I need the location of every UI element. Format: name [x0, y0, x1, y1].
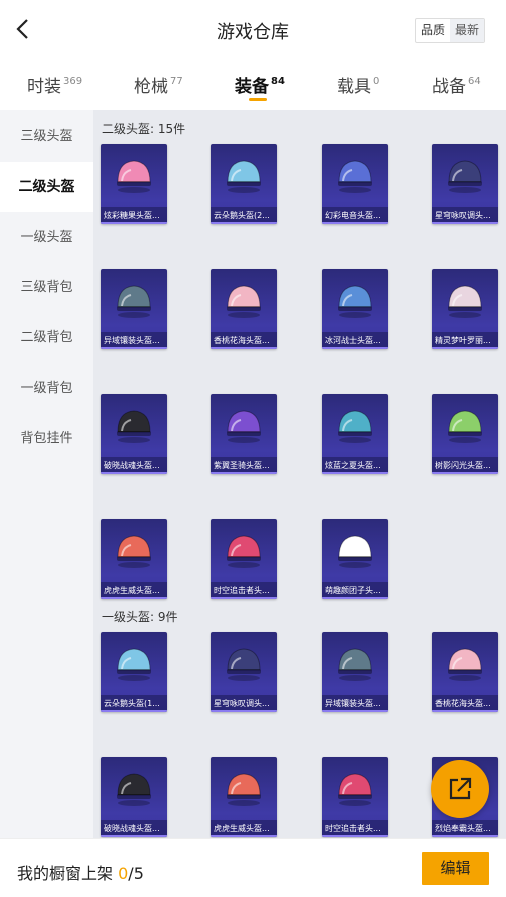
sidebar-item-level1-backpack[interactable]: 一级背包 [0, 364, 93, 414]
rarity-bar [432, 835, 498, 837]
item-card[interactable]: 异域镶装头盔... [322, 632, 388, 712]
item-card[interactable]: 幻彩电音头盔... [322, 144, 388, 224]
helmet-icon [448, 648, 482, 681]
item-card[interactable]: 时空追击者头... [322, 757, 388, 837]
item-card[interactable]: 破晓战魂头盔... [101, 394, 167, 474]
item-card[interactable]: 虎虎生威头盔... [211, 757, 277, 837]
item-card[interactable]: 虎虎生威头盔... [101, 519, 167, 599]
item-card[interactable]: 树影闪光头盔... [432, 394, 498, 474]
header: 游戏仓库 品质 最新 [0, 0, 506, 60]
rarity-bar [211, 710, 277, 712]
section-title-level1-helmet: 一级头盔: 9件 [102, 610, 178, 624]
item-card[interactable]: 云朵鹅头盔(1... [101, 632, 167, 712]
helmet-icon [117, 773, 151, 806]
tab-firearms[interactable]: 枪械 77 [134, 72, 183, 97]
helmet-icon [227, 648, 261, 681]
item-card[interactable]: 香桃花海头盔... [211, 269, 277, 349]
rarity-bar [211, 597, 277, 599]
rarity-bar [322, 597, 388, 599]
helmet-icon [227, 160, 261, 193]
helmet-icon [338, 160, 372, 193]
helmet-icon [117, 535, 151, 568]
helmet-icon [338, 535, 372, 568]
sidebar-item-backpack-charm[interactable]: 背包挂件 [0, 414, 93, 464]
tab-supplies[interactable]: 战备 64 [432, 72, 481, 97]
tab-fashion[interactable]: 时装 369 [27, 72, 82, 97]
helmet-icon [338, 410, 372, 443]
rarity-bar [211, 835, 277, 837]
helmet-icon [117, 410, 151, 443]
sort-quality-button[interactable]: 品质 [416, 19, 450, 42]
rarity-bar [432, 472, 498, 474]
share-icon [449, 777, 472, 800]
helmet-icon [117, 285, 151, 318]
rarity-bar [322, 472, 388, 474]
sort-toggle: 品质 最新 [415, 18, 486, 43]
rarity-bar [432, 710, 498, 712]
category-tabs: 时装 369 枪械 77 装备 84 载具 0 战备 64 [0, 60, 506, 110]
sidebar-item-level1-helmet[interactable]: 一级头盔 [0, 213, 93, 263]
item-card[interactable]: 冰河战士头盔... [322, 269, 388, 349]
helmet-icon [227, 410, 261, 443]
helmet-icon [227, 285, 261, 318]
helmet-icon [338, 773, 372, 806]
item-card[interactable]: 异域镶装头盔... [101, 269, 167, 349]
item-card[interactable]: 星穹咏叹调头... [211, 632, 277, 712]
item-card[interactable]: 云朵鹅头盔(2... [211, 144, 277, 224]
helmet-icon [448, 160, 482, 193]
helmet-icon [117, 160, 151, 193]
rarity-bar [322, 222, 388, 224]
edit-button[interactable]: 编辑 [422, 852, 489, 885]
helmet-icon [448, 410, 482, 443]
item-card[interactable]: 星穹咏叹调头... [432, 144, 498, 224]
sidebar-item-level3-helmet[interactable]: 三级头盔 [0, 112, 93, 162]
sidebar-item-level3-backpack[interactable]: 三级背包 [0, 263, 93, 313]
bottom-bar: 我的橱窗上架 0/5 编辑 [0, 838, 506, 897]
item-card[interactable]: 紫翼圣骑头盔... [211, 394, 277, 474]
item-card[interactable]: 破晓战魂头盔... [101, 757, 167, 837]
item-grid: 二级头盔: 15件 一级头盔: 9件 炫彩糖果头盔... 云朵鹅头盔(2... 幻彩… [93, 110, 506, 838]
rarity-bar [432, 222, 498, 224]
rarity-bar [322, 835, 388, 837]
rarity-bar [322, 710, 388, 712]
sidebar: 三级头盔 二级头盔 一级头盔 三级背包 二级背包 一级背包 背包挂件 [0, 110, 93, 838]
rarity-bar [432, 347, 498, 349]
rarity-bar [211, 472, 277, 474]
helmet-icon [448, 285, 482, 318]
helmet-icon [117, 648, 151, 681]
rarity-bar [101, 835, 167, 837]
rarity-bar [101, 472, 167, 474]
section-title-level2-helmet: 二级头盔: 15件 [102, 122, 186, 136]
helmet-icon [338, 285, 372, 318]
helmet-icon [227, 773, 261, 806]
tab-vehicles[interactable]: 载具 0 [337, 72, 379, 97]
sort-newest-button[interactable]: 最新 [450, 19, 485, 42]
sidebar-item-level2-backpack[interactable]: 二级背包 [0, 313, 93, 363]
rarity-bar [101, 710, 167, 712]
share-button[interactable] [431, 760, 489, 818]
rarity-bar [211, 347, 277, 349]
shelf-count: 0 [118, 864, 129, 883]
rarity-bar [101, 222, 167, 224]
active-tab-indicator [249, 98, 267, 101]
helmet-icon [227, 535, 261, 568]
shelf-status: 我的橱窗上架 0/5 [17, 864, 144, 883]
item-card[interactable]: 香桃花海头盔... [432, 632, 498, 712]
item-card[interactable]: 炫彩糖果头盔... [101, 144, 167, 224]
item-card[interactable]: 萌趣颜团子头... [322, 519, 388, 599]
rarity-bar [322, 347, 388, 349]
item-card[interactable]: 时空追击者头... [211, 519, 277, 599]
rarity-bar [101, 597, 167, 599]
item-card[interactable]: 精灵梦叶罗丽... [432, 269, 498, 349]
rarity-bar [211, 222, 277, 224]
helmet-icon [338, 648, 372, 681]
sidebar-item-level2-helmet[interactable]: 二级头盔 [0, 162, 93, 212]
tab-equipment[interactable]: 装备 84 [235, 72, 285, 97]
rarity-bar [101, 347, 167, 349]
item-card[interactable]: 炫蓝之夏头盔... [322, 394, 388, 474]
